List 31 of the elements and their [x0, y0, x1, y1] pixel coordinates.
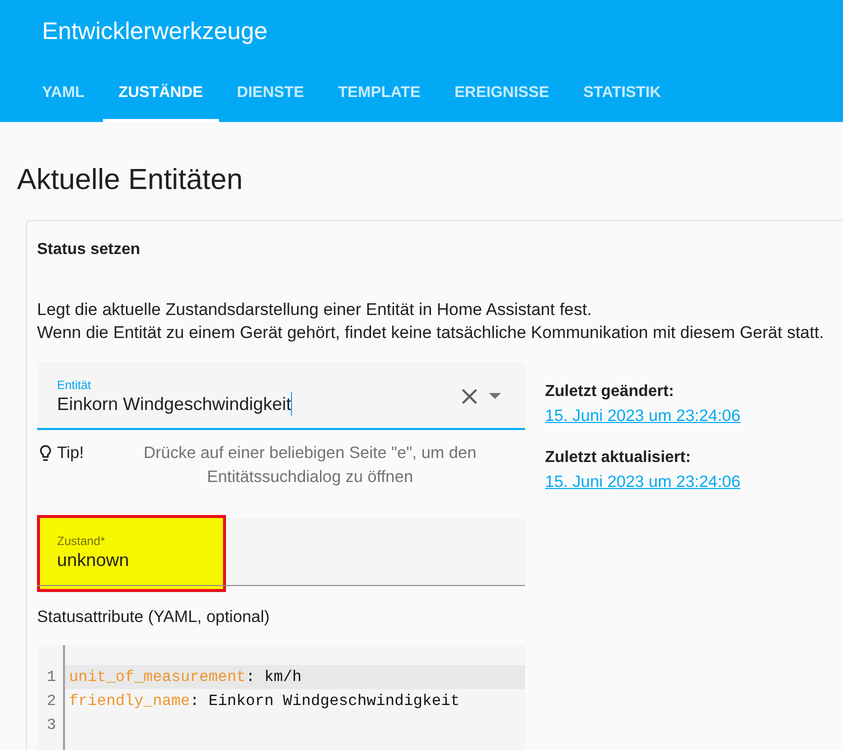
info-label: Zuletzt aktualisiert:	[545, 448, 691, 468]
app-title: Entwicklerwerkzeuge	[42, 18, 268, 46]
code-line: friendly_name: Einkorn Windgeschwindigkeit	[68, 691, 461, 712]
tab[interactable]: EREIGNISSE	[438, 64, 566, 122]
caret-down-icon[interactable]	[489, 393, 501, 399]
code-editor[interactable]: 1 2 3 unit_of_measurement: km/h friendly_name: Einkorn Windgeschwindigkeit	[37, 645, 525, 750]
field-label: Entität	[57, 378, 92, 392]
lightbulb-icon	[40, 445, 51, 461]
section-label: Statusattribute (YAML, optional)	[37, 607, 270, 628]
timestamp-link[interactable]: 15. Juni 2023 um 23:24:06	[545, 470, 740, 494]
description-text: Wenn die Entität zu einem Gerät gehört, findet keine tatsächliche Kommunikation mit diesem Gerät statt.	[37, 322, 824, 344]
info-label: Zuletzt geändert:	[545, 382, 674, 402]
close-icon[interactable]	[462, 388, 477, 404]
line-number: 3	[46, 715, 57, 736]
card-title: Status setzen	[37, 240, 140, 260]
field-value: unknown	[57, 549, 130, 572]
description-text: Legt die aktuelle Zustandsdarstellung einer Entität in Home Assistant fest.	[37, 299, 592, 321]
tab[interactable]: DIENSTE	[220, 64, 320, 122]
combobox-field[interactable]: Entität Einkorn Windgeschwindigkeit	[37, 362, 525, 430]
tab[interactable]: YAML	[26, 64, 100, 122]
field-value: Einkorn Windgeschwindigkeit	[57, 392, 292, 416]
tab[interactable]: STATISTIK	[567, 64, 677, 122]
tab[interactable]: ZUSTÄNDE	[102, 64, 219, 122]
line-number: 2	[46, 691, 57, 712]
tab[interactable]: TEMPLATE	[322, 64, 436, 122]
field-label: Zustand*	[57, 534, 106, 548]
tip-text: Drücke auf einer beliebigen Seite "e", um den Entitätssuchdialog zu öffnen	[142, 443, 478, 488]
line-number: 1	[46, 667, 57, 688]
timestamp-link[interactable]: 15. Juni 2023 um 23:24:06	[545, 404, 740, 428]
page-title: Aktuelle Entitäten	[17, 163, 243, 198]
tip-label: Tip!	[57, 443, 84, 464]
